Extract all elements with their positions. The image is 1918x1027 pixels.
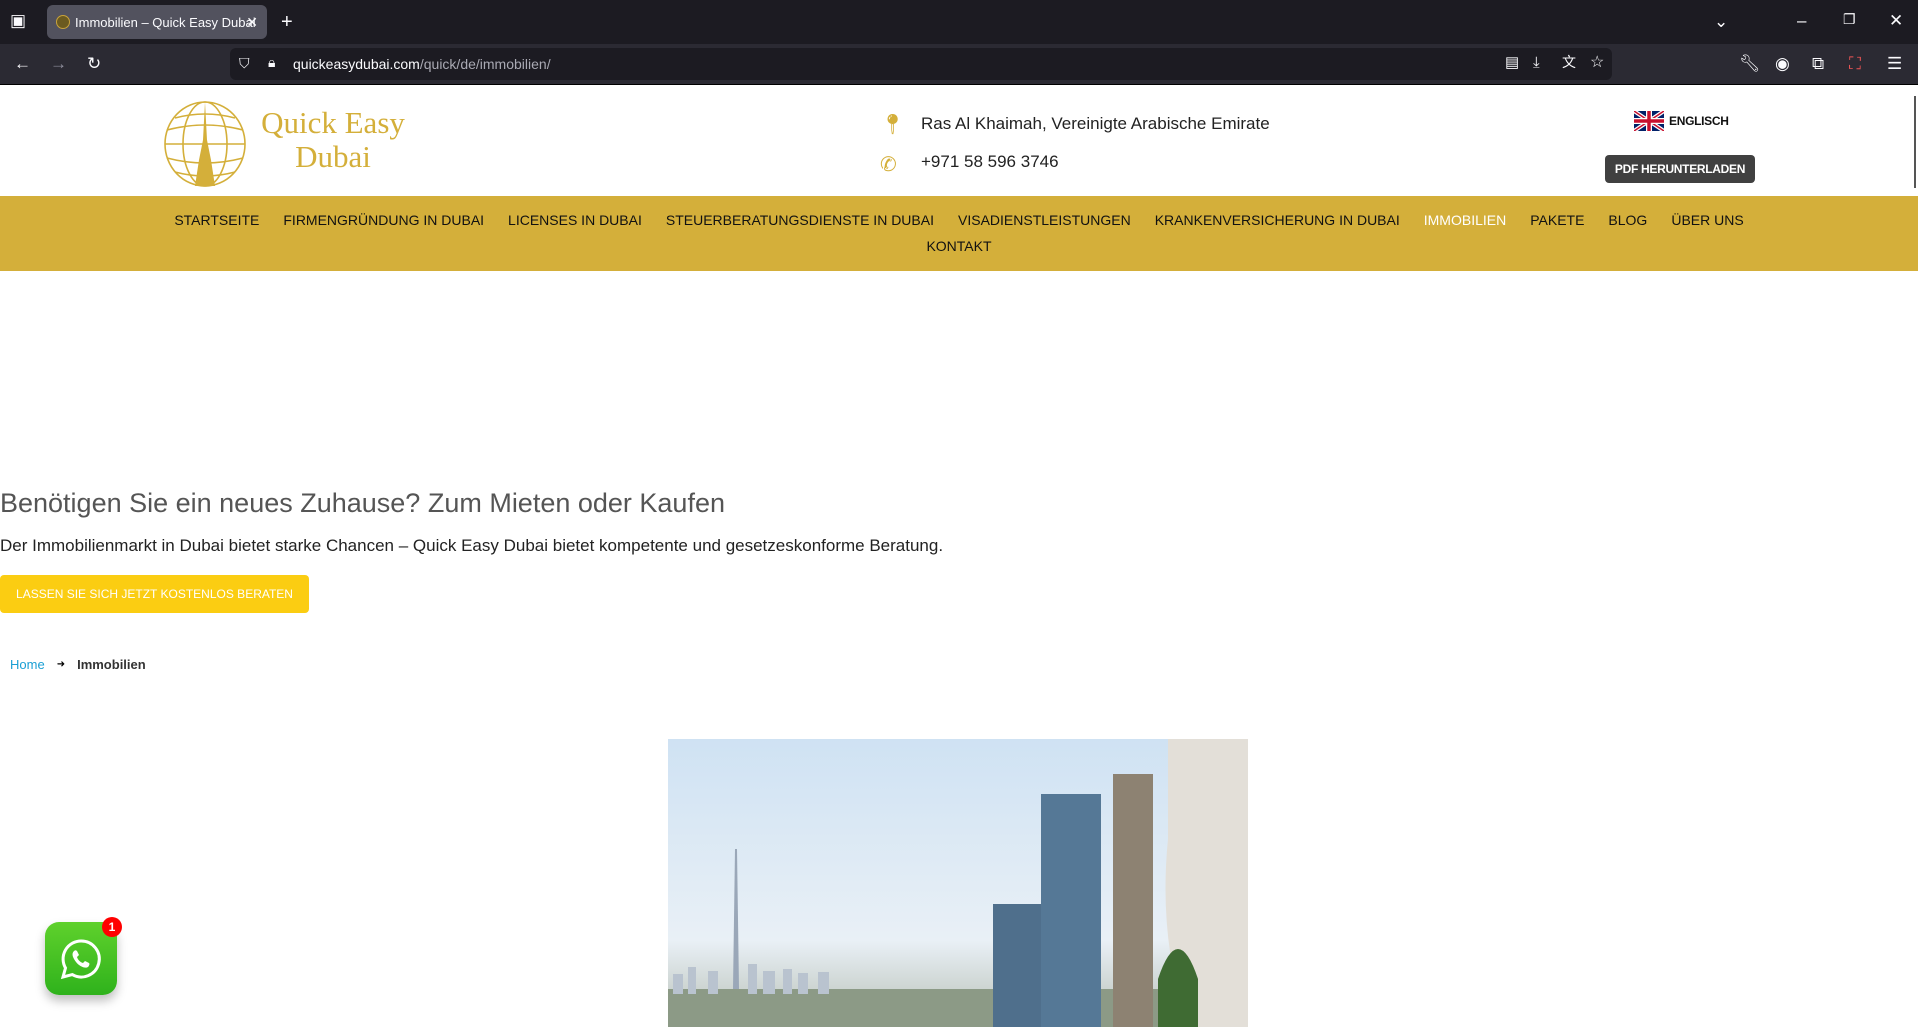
logo-line2: Dubai [295, 139, 371, 174]
close-window-icon[interactable]: ✕ [1889, 12, 1903, 29]
menu-icon[interactable]: ☰ [1887, 55, 1902, 72]
extensions-icon[interactable]: ⧉ [1812, 55, 1824, 72]
wrench-icon[interactable]: 🔧︎ [1739, 55, 1761, 72]
tab-list-icon[interactable]: ▣ [10, 12, 26, 29]
logo-text[interactable]: Quick Easy Dubai [258, 106, 408, 174]
bookmark-star-icon[interactable]: ☆ [1590, 55, 1604, 71]
minimize-icon[interactable]: – [1797, 12, 1806, 29]
new-tab-icon[interactable]: + [281, 12, 293, 32]
chevron-down-icon[interactable]: ⌄ [1714, 13, 1728, 30]
reload-icon[interactable]: ↻ [87, 55, 101, 72]
language-label: ENGLISCH [1669, 114, 1729, 128]
language-switcher[interactable]: ENGLISCH [1634, 111, 1729, 131]
scrollbar[interactable] [1914, 96, 1916, 188]
nav-licenses[interactable]: LICENSES IN DUBAI [508, 212, 642, 228]
browser-tab-bar: ▣ Immobilien – Quick Easy Dubai ✕ + ⌄ – … [0, 0, 1918, 44]
phone-link[interactable]: +971 58 596 3746 [921, 152, 1059, 172]
nav-ueber-uns[interactable]: ÜBER UNS [1671, 212, 1743, 228]
address-text: Ras Al Khaimah, Vereinigte Arabische Emi… [921, 114, 1270, 133]
restore-icon[interactable]: ❐ [1843, 12, 1856, 26]
browser-tab[interactable]: Immobilien – Quick Easy Dubai ✕ [47, 5, 267, 39]
nav-immobilien[interactable]: IMMOBILIEN [1424, 212, 1506, 228]
nav-kontakt[interactable]: KONTAKT [926, 238, 991, 254]
nav-pakete[interactable]: PAKETE [1530, 212, 1584, 228]
url-path: /quick/de/immobilien/ [419, 56, 551, 72]
notification-badge: 1 [102, 917, 122, 937]
forward-icon[interactable]: → [50, 55, 67, 72]
breadcrumb-home-link[interactable]: Home [10, 657, 45, 672]
nav-visa[interactable]: VISADIENSTLEISTUNGEN [958, 212, 1131, 228]
logo-line1: Quick Easy [261, 105, 405, 140]
account-icon[interactable]: ◉ [1775, 55, 1790, 72]
nav-blog[interactable]: BLOG [1608, 212, 1647, 228]
uk-flag-icon [1634, 111, 1664, 131]
arrow-right-icon: ➜ [56, 659, 66, 670]
back-icon[interactable]: ← [14, 55, 31, 72]
tab-title: Immobilien – Quick Easy Dubai [75, 14, 256, 30]
url-text[interactable]: quickeasydubai.com/quick/de/immobilien/ [293, 56, 551, 72]
url-domain: quickeasydubai.com [293, 56, 420, 72]
save-page-icon[interactable]: ⤓ [1533, 55, 1540, 70]
breadcrumb: Home ➜ Immobilien [10, 657, 146, 672]
whatsapp-icon [60, 938, 101, 979]
property-image [668, 739, 1248, 1027]
shield-icon[interactable]: ⛉ [239, 56, 250, 70]
location-pin-icon: 📍︎ [880, 114, 906, 136]
nav-startseite[interactable]: STARTSEITE [174, 212, 259, 228]
page-heading: Benötigen Sie ein neues Zuhause? Zum Mie… [0, 488, 725, 518]
close-tab-icon[interactable]: ✕ [246, 14, 258, 31]
phone-icon: ✆ [880, 154, 897, 176]
free-consultation-button[interactable]: LASSEN SIE SICH JETZT KOSTENLOS BERATEN [0, 575, 309, 613]
nav-steuerberatung[interactable]: STEUERBERATUNGSDIENSTE IN DUBAI [666, 212, 934, 228]
nav-firmengruendung[interactable]: FIRMENGRÜNDUNG IN DUBAI [283, 212, 484, 228]
main-nav: STARTSEITE FIRMENGRÜNDUNG IN DUBAI LICEN… [0, 196, 1918, 271]
favicon-icon [56, 15, 70, 29]
screenshot-icon[interactable]: ⛶ [1849, 55, 1861, 72]
pdf-download-button[interactable]: PDF HERUNTERLADEN [1605, 155, 1755, 183]
lock-icon[interactable]: 🔒︎ [268, 55, 275, 69]
reader-view-icon[interactable]: ▤ [1505, 55, 1519, 70]
nav-krankenversicherung[interactable]: KRANKENVERSICHERUNG IN DUBAI [1155, 212, 1400, 228]
translate-icon[interactable]: 文 [1562, 55, 1576, 69]
breadcrumb-current: Immobilien [77, 657, 146, 672]
lead-text: Der Immobilienmarkt in Dubai bietet star… [0, 536, 944, 555]
